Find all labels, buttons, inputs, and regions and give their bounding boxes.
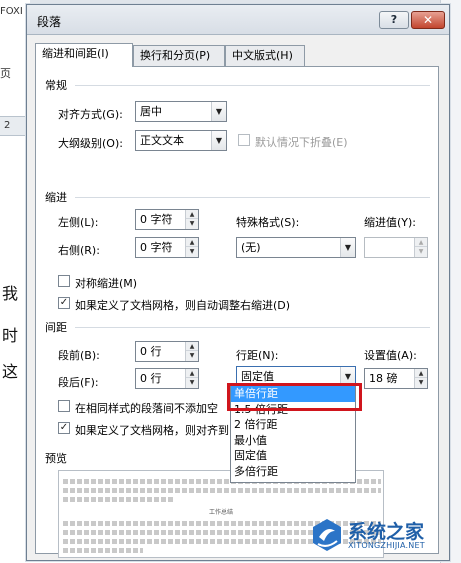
- group-divider: [75, 85, 430, 86]
- tab-asian-typography[interactable]: 中文版式(H): [225, 45, 305, 67]
- dropdown-option-multiple[interactable]: 多倍行距: [231, 464, 355, 480]
- preview-line-previous: [63, 488, 381, 493]
- outline-level-select[interactable]: 正文文本 ▼: [135, 130, 227, 151]
- right-indent-value: 0 字符: [140, 241, 173, 254]
- setting-value-spinner[interactable]: 18 磅 ▲ ▼: [364, 368, 428, 389]
- close-button[interactable]: ✕: [411, 11, 445, 29]
- dropdown-option-at-least[interactable]: 最小值: [231, 433, 355, 449]
- dropdown-option-exactly[interactable]: 固定值: [231, 448, 355, 464]
- spinner-buttons[interactable]: ▲ ▼: [185, 238, 198, 257]
- no-space-same-style-label: 在相同样式的段落间不添加空: [75, 402, 218, 415]
- spin-up-icon[interactable]: ▲: [415, 369, 427, 378]
- spin-down-icon[interactable]: ▼: [186, 351, 198, 360]
- spin-up-icon[interactable]: ▲: [186, 369, 198, 378]
- spin-down-icon[interactable]: ▼: [186, 219, 198, 228]
- site-watermark: 系统之家 XITONGZHIJIA.NET: [310, 515, 458, 559]
- no-space-same-style-checkbox[interactable]: [58, 400, 70, 412]
- group-divider: [75, 197, 430, 198]
- space-after-value: 0 行: [140, 372, 162, 385]
- preview-line-previous: [63, 497, 173, 502]
- annotation-highlight-box: [227, 383, 362, 411]
- auto-adjust-checkbox[interactable]: ✓: [58, 297, 70, 309]
- setting-value-label: 设置值(A):: [364, 349, 417, 362]
- document-text-fragment: 我: [2, 284, 19, 303]
- preview-sample-text: 工作总结: [209, 509, 234, 516]
- setting-value-text: 18 磅: [369, 372, 398, 385]
- space-before-value: 0 行: [140, 345, 162, 358]
- indent-group-title: 缩进: [45, 191, 67, 204]
- collapse-checkbox[interactable]: [238, 134, 250, 146]
- space-before-label: 段前(B):: [58, 349, 100, 362]
- special-format-label: 特殊格式(S):: [236, 216, 300, 229]
- mirror-indent-label: 对称缩进(M): [75, 277, 138, 290]
- spin-up-icon[interactable]: ▲: [186, 342, 198, 351]
- spin-down-icon[interactable]: ▼: [186, 247, 198, 256]
- line-spacing-value: 固定值: [241, 370, 274, 383]
- space-after-spinner[interactable]: 0 行 ▲ ▼: [135, 368, 199, 389]
- spinner-buttons[interactable]: ▲ ▼: [185, 342, 198, 361]
- mirror-indent-checkbox[interactable]: [58, 275, 70, 287]
- spin-up-icon[interactable]: ▲: [415, 238, 427, 247]
- document-text-fragment: 时: [2, 326, 19, 345]
- group-divider: [75, 327, 430, 328]
- spin-up-icon[interactable]: ▲: [186, 210, 198, 219]
- spinner-buttons[interactable]: ▲ ▼: [185, 369, 198, 388]
- spin-up-icon[interactable]: ▲: [186, 238, 198, 247]
- chevron-down-icon[interactable]: ▼: [211, 102, 226, 121]
- line-spacing-label: 行距(N):: [236, 349, 279, 362]
- spacing-group-title: 间距: [45, 321, 67, 334]
- dropdown-option-double[interactable]: 2 倍行距: [231, 417, 355, 433]
- spinner-buttons[interactable]: ▲ ▼: [185, 210, 198, 229]
- document-text-fragment: 这: [2, 362, 19, 381]
- alignment-select[interactable]: 居中 ▼: [135, 101, 227, 122]
- collapse-label: 默认情况下折叠(E): [255, 136, 348, 149]
- dialog-titlebar[interactable]: 段落 ? ✕: [27, 5, 449, 35]
- document-text-fragment: FOXI: [0, 6, 23, 17]
- preview-line-next: [63, 548, 143, 553]
- indent-value-spinner[interactable]: ▲ ▼: [364, 237, 428, 258]
- auto-adjust-label: 如果定义了文档网格，则自动调整右缩进(D): [75, 299, 291, 312]
- spinner-buttons[interactable]: ▲ ▼: [414, 238, 427, 257]
- chevron-down-icon[interactable]: ▼: [340, 238, 355, 257]
- outline-level-value: 正文文本: [140, 134, 184, 147]
- preview-group-title: 预览: [45, 452, 67, 465]
- left-indent-label: 左侧(L):: [58, 216, 99, 229]
- right-indent-spinner[interactable]: 0 字符 ▲ ▼: [135, 237, 199, 258]
- indent-value-label: 缩进值(Y):: [364, 216, 417, 229]
- space-after-label: 段后(F):: [58, 376, 99, 389]
- left-indent-value: 0 字符: [140, 213, 173, 226]
- spin-down-icon[interactable]: ▼: [186, 378, 198, 387]
- space-before-spinner[interactable]: 0 行 ▲ ▼: [135, 341, 199, 362]
- watermark-text: 系统之家: [348, 521, 425, 543]
- watermark-logo-icon: [313, 519, 341, 551]
- snap-to-grid-checkbox[interactable]: ✓: [58, 422, 70, 434]
- alignment-value: 居中: [140, 105, 162, 118]
- chevron-down-icon[interactable]: ▼: [211, 131, 226, 150]
- tab-indent-spacing[interactable]: 缩进和间距(I): [35, 43, 133, 67]
- special-format-value: (无): [241, 241, 261, 254]
- right-indent-label: 右侧(R):: [58, 244, 100, 257]
- snap-to-grid-label: 如果定义了文档网格，则对齐到: [75, 424, 229, 437]
- ruler-mark: 2: [4, 120, 11, 131]
- watermark-url: XITONGZHIJIA.NET: [348, 541, 425, 550]
- help-button[interactable]: ?: [379, 11, 409, 29]
- alignment-label: 对齐方式(G):: [58, 108, 123, 121]
- spinner-buttons[interactable]: ▲ ▼: [414, 369, 427, 388]
- tab-line-page-breaks[interactable]: 换行和分页(P): [133, 45, 225, 67]
- special-format-select[interactable]: (无) ▼: [236, 237, 356, 258]
- spin-down-icon[interactable]: ▼: [415, 247, 427, 256]
- dialog-title: 段落: [37, 15, 62, 29]
- general-group-title: 常规: [45, 79, 67, 92]
- spin-down-icon[interactable]: ▼: [415, 378, 427, 387]
- document-text-fragment: 页: [0, 67, 11, 80]
- outline-level-label: 大纲级别(O):: [58, 137, 123, 150]
- left-indent-spinner[interactable]: 0 字符 ▲ ▼: [135, 209, 199, 230]
